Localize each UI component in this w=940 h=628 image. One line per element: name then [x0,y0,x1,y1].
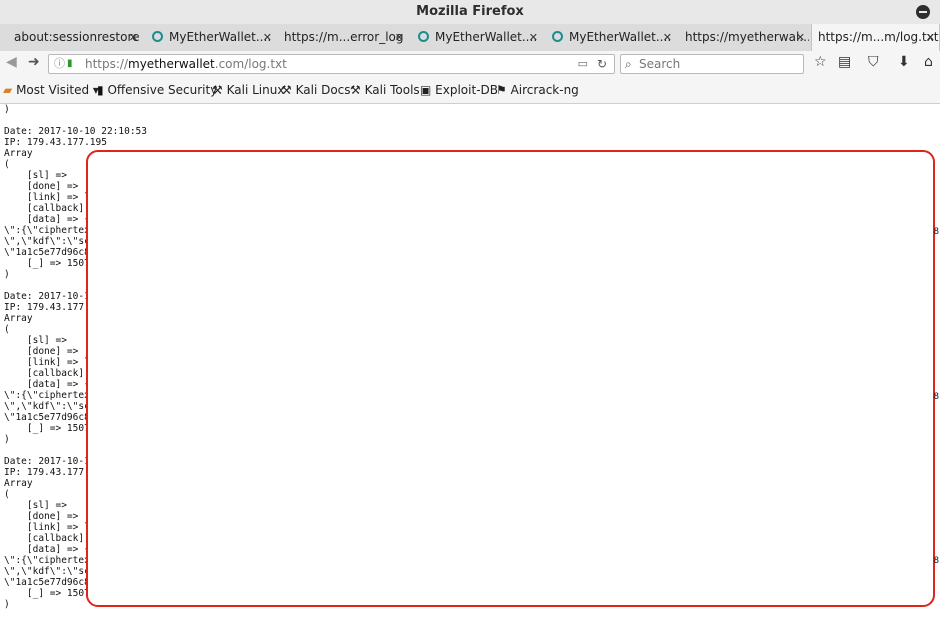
url-bar[interactable]: ⓘ ▮ https://myetherwallet.com/log.txt ▭ … [48,54,615,74]
close-icon[interactable]: ✕ [395,24,404,51]
back-icon[interactable]: ◀ [6,54,17,70]
search-placeholder: Search [639,57,681,71]
lock-icon: ▮ [67,58,73,69]
close-icon[interactable]: ✕ [529,24,538,51]
mew-icon [418,31,429,42]
bookmark-star-icon[interactable]: ☆ [814,54,827,70]
info-icon[interactable]: ⓘ [54,55,65,73]
reload-icon[interactable]: ↻ [597,55,607,73]
tab-label: about:sessionrestore [14,30,140,44]
window-titlebar: Mozilla Firefox [0,0,940,24]
library-icon[interactable]: ▤ [838,54,851,70]
home-icon[interactable]: ⌂ [924,54,933,70]
bookmark-exploit-db[interactable]: ▣ Exploit-DB [420,83,498,97]
bookmark-kali-tools[interactable]: ⚒ Kali Tools [350,83,420,97]
mew-icon [552,31,563,42]
tab-label: https://m...error_log [284,30,404,44]
offsec-icon: ▮ [97,83,104,97]
window-close-icon[interactable] [916,5,930,19]
bookmark-most-visited[interactable]: ▰ Most Visited ▾ [3,83,99,97]
tab-label: https://myetherwal... [685,30,809,44]
tab-myetherwallet-1[interactable]: MyEtherWallet.... ✕ [146,24,276,51]
kali-dragon-icon: ⚒ [281,83,292,97]
tab-myetherwallet-2[interactable]: MyEtherWallet.... ✕ [412,24,542,51]
tab-sessionrestore[interactable]: about:sessionrestore ✕ [8,24,142,51]
redaction-box [86,150,935,607]
pocket-icon[interactable]: ⛉ [868,54,879,70]
close-icon[interactable]: ✕ [129,24,138,51]
navigation-toolbar: ◀ ➜ ⓘ ▮ https://myetherwallet.com/log.tx… [0,51,940,77]
mew-icon [152,31,163,42]
folder-icon: ▰ [3,83,13,97]
bookmark-aircrack-ng[interactable]: ⚑ Aircrack-ng [496,83,579,97]
search-icon: ⌕ [625,57,632,71]
window-title: Mozilla Firefox [416,4,524,19]
kali-dragon-icon: ⚒ [212,83,223,97]
url-text: https://myetherwallet.com/log.txt [85,57,287,71]
bookmark-kali-linux[interactable]: ⚒ Kali Linux [212,83,284,97]
edge-glyph: 8 [933,556,939,566]
bookmark-kali-docs[interactable]: ⚒ Kali Docs [281,83,351,97]
download-icon[interactable]: ⬇ [898,54,910,70]
tab-label: https://m...m/log.txt [818,30,939,44]
reader-view-icon[interactable]: ▭ [578,55,588,73]
close-icon[interactable]: ✕ [926,24,935,51]
bookmark-offensive-security[interactable]: ▮ Offensive Security [97,83,217,97]
bookmarks-toolbar: ▰ Most Visited ▾ ▮ Offensive Security ⚒ … [0,77,940,104]
tab-myetherwallet-3[interactable]: MyEtherWallet.... ✕ [546,24,676,51]
forward-icon[interactable]: ➜ [28,54,40,70]
tab-log-txt[interactable]: https://m...m/log.txt ✕ [811,24,940,52]
tab-myetherwallet-url[interactable]: https://myetherwal... ✕ [679,24,809,51]
tab-error-log[interactable]: https://m...error_log ✕ [278,24,408,51]
search-box[interactable]: ⌕ Search [620,54,804,74]
edge-glyph: 8 [933,392,939,402]
exploit-db-icon: ▣ [420,83,432,97]
kali-dragon-icon: ⚒ [350,83,361,97]
tab-label: MyEtherWallet.... [169,30,272,44]
aircrack-icon: ⚑ [496,83,507,97]
close-icon[interactable]: ✕ [663,24,672,51]
tab-label: MyEtherWallet.... [435,30,538,44]
close-icon[interactable]: ✕ [263,24,272,51]
tab-label: MyEtherWallet.... [569,30,672,44]
close-icon[interactable]: ✕ [796,24,805,51]
tab-strip: about:sessionrestore ✕ MyEtherWallet.... ✕… [0,24,940,52]
edge-glyph: 8 [933,227,939,237]
